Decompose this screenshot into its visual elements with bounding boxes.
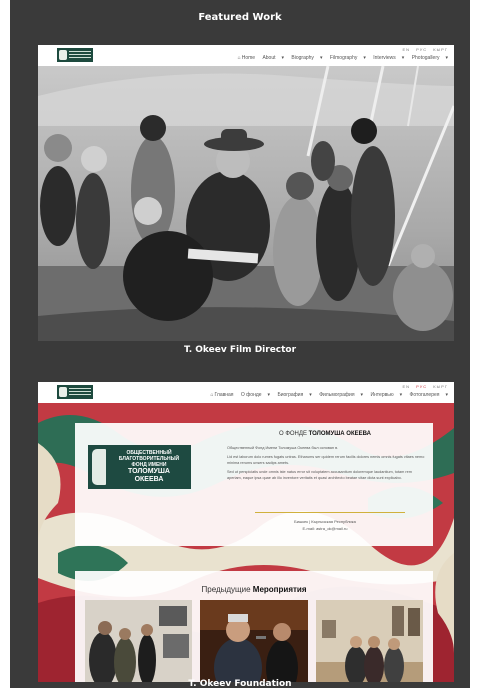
about-paragraph: Общественный Фонд Имени Толомуша Океева … — [227, 446, 339, 450]
divider — [255, 512, 405, 513]
event-thumbnail[interactable] — [316, 600, 423, 682]
lang-en[interactable]: EN — [402, 47, 410, 52]
event-thumbnail[interactable] — [200, 600, 308, 682]
lang-ru[interactable]: РУС — [416, 384, 427, 389]
foundation-logo: ОБЩЕСТВЕННЫЙ БЛАГОТВОРИТЕЛЬНЫЙ ФОНД ИМЕН… — [88, 445, 191, 489]
section-title: Featured Work — [198, 12, 282, 23]
chevron-down-icon: ▾ — [360, 392, 364, 398]
event-thumbnail[interactable] — [85, 600, 192, 682]
lang-ru[interactable]: РУС — [416, 47, 427, 52]
events-title-bold: Мероприятия — [252, 585, 307, 594]
nav-filmography[interactable]: Filmography — [330, 55, 358, 61]
about-foundation-card: ОБЩЕСТВЕННЫЙ БЛАГОТВОРИТЕЛЬНЫЙ ФОНД ИМЕН… — [75, 423, 433, 546]
project-caption[interactable]: T. Okeev Foundation — [10, 679, 470, 688]
nav-interviews[interactable]: Interviews — [373, 55, 396, 61]
nav-filmography[interactable]: Фильмография — [319, 392, 354, 398]
nav-interviews[interactable]: Интервью — [370, 392, 393, 398]
logo-line: ТОЛОМУША — [127, 468, 170, 475]
chevron-down-icon: ▾ — [445, 392, 448, 398]
chevron-down-icon: ▾ — [363, 55, 366, 61]
nav-home[interactable]: Home — [242, 55, 255, 61]
language-switcher: EN РУС КЫРГ — [398, 384, 448, 389]
about-title: О ФОНДЕ ТОЛОМУША ОКЕЕВА — [225, 431, 425, 437]
chevron-down-icon: ▾ — [319, 55, 323, 61]
about-title-prefix: О ФОНДЕ — [278, 431, 307, 437]
events-title: Предыдущие Мероприятия — [75, 585, 433, 594]
site-nav: ⌂Home About ▾ Biography ▾ Filmography ▾ Int… — [232, 55, 448, 61]
contact-city: Бишкек | Кыргызская Республика — [294, 519, 356, 524]
site-logo[interactable] — [57, 385, 93, 399]
logo-line: ОКЕЕВА — [134, 476, 164, 483]
chevron-down-icon: ▾ — [399, 392, 403, 398]
language-switcher: EN РУС КЫРГ — [398, 47, 448, 52]
contact-info: Бишкек | Кыргызская Республика E-mail: a… — [225, 518, 425, 532]
nav-home[interactable]: Главная — [214, 392, 233, 398]
featured-work-panel: Featured Work EN РУС КЫРГ ⌂Home About ▾ B… — [10, 0, 470, 688]
nav-about[interactable]: О фонде — [241, 392, 262, 398]
site-logo[interactable] — [57, 48, 93, 62]
site-header: EN РУС КЫРГ ⌂Главная О фонде ▾ Биография ▾… — [38, 382, 454, 404]
project-card-film-director[interactable]: EN РУС КЫРГ ⌂Home About ▾ Biography ▾ Film… — [38, 45, 454, 341]
chevron-down-icon: ▾ — [309, 392, 312, 398]
project-card-foundation[interactable]: EN РУС КЫРГ ⌂Главная О фонде ▾ Биография ▾… — [38, 382, 454, 682]
about-title-name: ТОЛОМУША ОКЕЕВА — [308, 431, 371, 437]
lang-ky[interactable]: КЫРГ — [433, 384, 448, 389]
foundation-page: ОБЩЕСТВЕННЫЙ БЛАГОТВОРИТЕЛЬНЫЙ ФОНД ИМЕН… — [38, 403, 454, 682]
nav-photogallery[interactable]: Photogallery — [412, 55, 440, 61]
site-header: EN РУС КЫРГ ⌂Home About ▾ Biography ▾ Film… — [38, 45, 454, 67]
nav-photogallery[interactable]: Фотогалерея — [410, 392, 440, 398]
nav-about[interactable]: About — [262, 55, 275, 61]
about-text: Общественный Фонд Имени Толомуша Океева … — [227, 445, 425, 481]
hero-photo-director-with-children — [38, 66, 454, 341]
nav-biography[interactable]: Биография — [277, 392, 303, 398]
events-title-prefix: Предыдущие — [201, 585, 251, 594]
lang-ky[interactable]: КЫРГ — [433, 47, 448, 52]
chevron-down-icon: ▾ — [401, 55, 405, 61]
project-caption[interactable]: T. Okeev Film Director — [10, 345, 470, 355]
portrait-icon — [92, 449, 106, 485]
home-icon: ⌂ — [237, 55, 241, 61]
contact-email[interactable]: E-mail: astra_ok@mail.ru — [225, 525, 425, 532]
chevron-down-icon: ▾ — [281, 55, 285, 61]
home-icon: ⌂ — [210, 392, 214, 398]
chevron-down-icon: ▾ — [267, 392, 271, 398]
chevron-down-icon: ▾ — [445, 55, 448, 61]
lang-en[interactable]: EN — [402, 384, 410, 389]
previous-events-card: Предыдущие Мероприятия — [75, 571, 433, 682]
about-paragraph: Sed ut perspiciatis unde omnis iste natu… — [227, 470, 412, 480]
site-nav: ⌂Главная О фонде ▾ Биография ▾ Фильмографи… — [204, 392, 448, 398]
nav-biography[interactable]: Biography — [291, 55, 314, 61]
about-paragraph: Lid est laborum dolo rumes fugats untras… — [227, 455, 425, 465]
